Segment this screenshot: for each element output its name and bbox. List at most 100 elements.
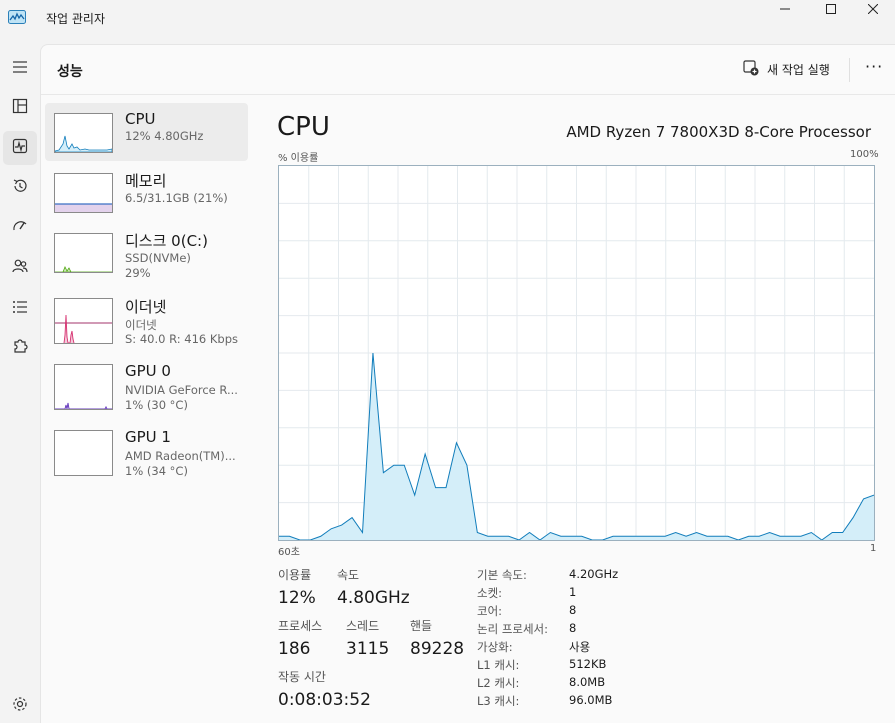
device-detail: NVIDIA GeForce R...	[125, 383, 238, 397]
spec-label: 기본 속도:	[477, 568, 527, 582]
device-detail: AMD Radeon(TM)...	[125, 449, 236, 463]
device-detail-secondary: 29%	[125, 266, 151, 280]
device-gpu-0[interactable]: GPU 0 NVIDIA GeForce R... 1% (30 °C)	[45, 355, 248, 413]
y-axis-max-label: 100%	[850, 149, 879, 160]
cpu-utilization-graph	[278, 165, 875, 541]
device-detail-secondary: S: 40.0 R: 416 Kbps	[125, 332, 238, 346]
detail-title: CPU	[277, 112, 330, 142]
device-name: 디스크 0(C:)	[125, 232, 208, 250]
minimize-icon	[780, 0, 790, 18]
processor-name: AMD Ryzen 7 7800X3D 8-Core Processor	[566, 123, 871, 141]
page-title: 성능	[57, 64, 83, 80]
handles-value: 89228	[410, 639, 465, 659]
device-detail: 6.5/31.1GB (21%)	[125, 191, 228, 205]
device-disk-0[interactable]: 디스크 0(C:) SSD(NVMe) 29%	[45, 223, 248, 281]
spec-label: 소켓:	[477, 586, 503, 600]
spec-value: 8	[569, 603, 577, 617]
spec-value: 96.0MB	[569, 693, 613, 707]
run-new-task-button[interactable]: 새 작업 실행	[743, 60, 830, 79]
cpu-utilization-chart	[279, 166, 875, 541]
device-gpu-1[interactable]: GPU 1 AMD Radeon(TM)... 1% (34 °C)	[45, 421, 248, 479]
threads-label: 스레드	[346, 619, 380, 633]
spec-label: 가상화:	[477, 640, 513, 654]
device-name: 메모리	[125, 172, 167, 190]
maximize-icon	[826, 0, 836, 18]
memory-thumbnail-graph	[54, 173, 113, 213]
processes-icon	[12, 98, 28, 118]
gear-icon	[12, 696, 28, 716]
x-axis-right-label: 1	[870, 543, 877, 554]
spec-label: L3 캐시:	[477, 694, 520, 708]
close-button[interactable]	[850, 0, 895, 16]
new-task-icon	[743, 60, 759, 79]
close-icon	[867, 0, 879, 18]
utilization-label: 이용률	[278, 568, 312, 582]
nav-details[interactable]	[3, 291, 37, 325]
header-divider	[849, 58, 850, 82]
device-detail: 12% 4.80GHz	[125, 129, 204, 143]
nav-users[interactable]	[3, 251, 37, 285]
processes-value: 186	[278, 639, 311, 659]
performance-icon	[12, 138, 28, 158]
handles-label: 핸들	[410, 619, 433, 633]
nav-settings[interactable]	[3, 689, 37, 723]
spec-value: 1	[569, 585, 577, 599]
maximize-button[interactable]	[808, 0, 854, 16]
device-detail-secondary: 1% (30 °C)	[125, 398, 188, 412]
speed-label: 속도	[337, 568, 360, 582]
threads-value: 3115	[346, 639, 390, 659]
y-axis-label: % 이용률	[278, 153, 319, 164]
details-list-icon	[12, 299, 28, 318]
spec-label: 코어:	[477, 604, 503, 618]
run-new-task-label: 새 작업 실행	[767, 63, 830, 77]
nav-processes[interactable]	[3, 91, 37, 125]
navigation-rail	[0, 44, 40, 723]
title-bar: 작업 관리자	[0, 0, 895, 36]
startup-icon	[12, 218, 28, 238]
users-icon	[12, 258, 28, 278]
hamburger-menu-button[interactable]	[3, 51, 37, 85]
spec-label: L2 캐시:	[477, 676, 520, 690]
minimize-button[interactable]	[762, 0, 808, 16]
main-content: 성능 새 작업 실행 ··· CPU 12% 4.80GHz 메모리 6.5/3…	[40, 44, 895, 723]
utilization-value: 12%	[278, 588, 316, 608]
device-memory[interactable]: 메모리 6.5/31.1GB (21%)	[45, 163, 248, 221]
uptime-label: 작동 시간	[278, 670, 326, 684]
spec-value: 사용	[569, 640, 591, 654]
processes-label: 프로세스	[278, 619, 323, 633]
device-detail: SSD(NVMe)	[125, 251, 191, 265]
device-name: CPU	[125, 110, 156, 128]
spec-value: 8	[569, 621, 577, 635]
page-header: 성능 새 작업 실행 ···	[41, 45, 895, 95]
device-ethernet[interactable]: 이더넷 이더넷 S: 40.0 R: 416 Kbps	[45, 289, 248, 347]
history-icon	[12, 178, 28, 198]
device-cpu[interactable]: CPU 12% 4.80GHz	[45, 103, 248, 161]
hamburger-icon	[12, 59, 28, 78]
gpu1-thumbnail-graph	[54, 430, 113, 476]
spec-label: L1 캐시:	[477, 658, 520, 672]
x-axis-left-label: 60초	[278, 547, 300, 558]
device-detail: 이더넷	[125, 318, 157, 332]
services-puzzle-icon	[12, 338, 28, 358]
spec-value: 512KB	[569, 657, 607, 671]
cpu-thumbnail-graph	[54, 113, 113, 153]
more-options-button[interactable]: ···	[865, 57, 883, 76]
device-detail-secondary: 1% (34 °C)	[125, 464, 188, 478]
speed-value: 4.80GHz	[337, 588, 410, 608]
nav-startup-apps[interactable]	[3, 211, 37, 245]
ethernet-thumbnail-graph	[54, 298, 113, 344]
device-name: GPU 0	[125, 362, 171, 380]
gpu0-thumbnail-graph	[54, 364, 113, 410]
device-name: GPU 1	[125, 428, 171, 446]
nav-app-history[interactable]	[3, 171, 37, 205]
app-title: 작업 관리자	[46, 12, 106, 26]
spec-value: 4.20GHz	[569, 567, 619, 581]
nav-performance[interactable]	[3, 131, 37, 165]
spec-label: 논리 프로세서:	[477, 622, 549, 636]
task-manager-icon	[8, 9, 26, 28]
device-name: 이더넷	[125, 298, 167, 316]
nav-services[interactable]	[3, 331, 37, 365]
disk-thumbnail-graph	[54, 233, 113, 273]
spec-value: 8.0MB	[569, 675, 606, 689]
uptime-value: 0:08:03:52	[278, 690, 371, 710]
